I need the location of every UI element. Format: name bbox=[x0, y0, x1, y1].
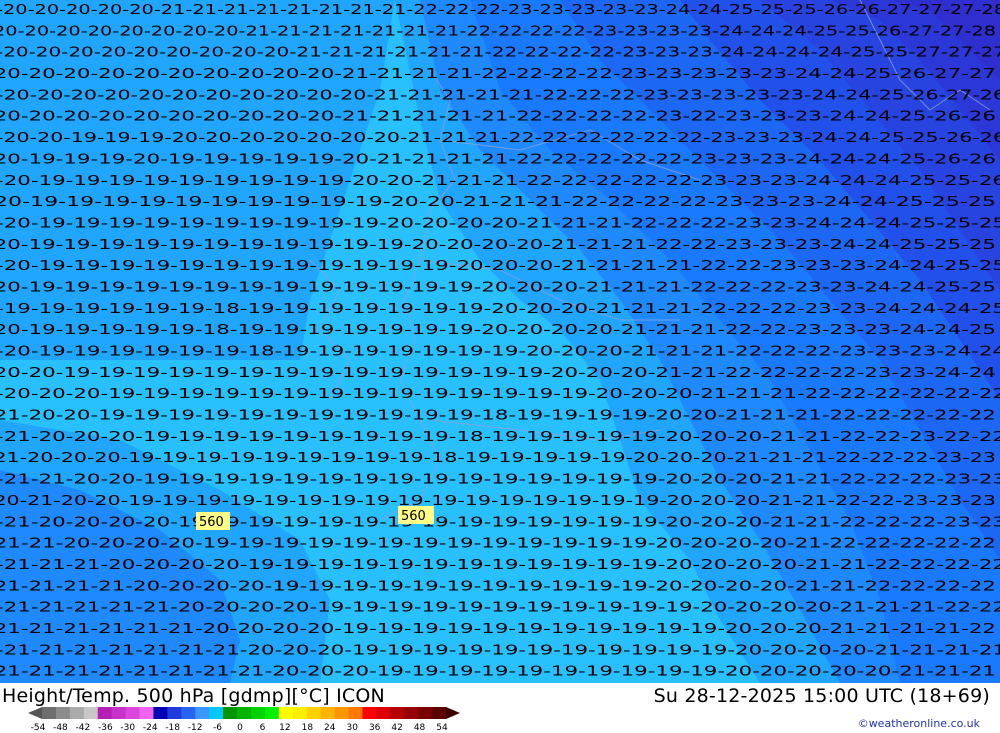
map-title: Height/Temp. 500 hPa [gdmp][°C] ICON bbox=[2, 685, 385, 707]
temperature-row: -20-19-19-19-20-19-19-19-19-19-20-21-21-… bbox=[0, 152, 996, 167]
legend-arrow-right bbox=[446, 707, 460, 719]
legend-tick-label: 30 bbox=[346, 723, 358, 731]
footer: Height/Temp. 500 hPa [gdmp][°C] ICON Su … bbox=[0, 683, 1000, 733]
temperature-row: -21-20-20-20-20-19-19-19-19-19-19-19-19-… bbox=[0, 515, 1000, 530]
temperature-row: -20-20-20-20-20-21-21-21-21-21-21-21-21-… bbox=[0, 3, 1000, 18]
legend-tick-label: -48 bbox=[53, 723, 68, 731]
temperature-row: -20-20-20-19-19-19-19-19-19-19-19-19-19-… bbox=[0, 387, 1000, 402]
legend-tick-label: 18 bbox=[302, 723, 314, 731]
temperature-row: -21-21-21-21-21-20-20-20-20-19-19-19-19-… bbox=[0, 601, 1000, 616]
temperature-row: -21-21-21-21-21-21-21-20-20-20-19-19-19-… bbox=[0, 643, 1000, 658]
legend-swatch bbox=[264, 707, 280, 719]
legend-swatch bbox=[69, 707, 85, 719]
legend-tick-label: 12 bbox=[279, 723, 290, 731]
temperature-row: -20-21-20-20-19-19-19-19-19-19-19-19-19-… bbox=[0, 494, 996, 509]
legend-tick-label: -42 bbox=[76, 723, 91, 731]
legend-tick-label: 54 bbox=[436, 723, 448, 731]
temperature-row: -21-20-20-20-19-19-19-19-19-19-19-19-19-… bbox=[0, 430, 1000, 445]
temperature-row: -21-21-20-20-19-19-19-19-19-19-19-19-19-… bbox=[0, 473, 1000, 488]
legend-tick-label: -24 bbox=[143, 723, 158, 731]
legend-swatch bbox=[418, 707, 433, 719]
legend-swatch bbox=[125, 707, 141, 719]
legend-swatches bbox=[28, 707, 460, 719]
temperature-row: -20-20-20-20-20-20-20-20-20-20-21-21-21-… bbox=[0, 67, 996, 82]
color-legend: -54 -48 -42 -36 -30 -24 -18 -12 -6 0 6 12 18 24 30 36 42… bbox=[28, 707, 460, 731]
legend-tick-label: -18 bbox=[165, 723, 180, 731]
legend-swatch bbox=[153, 707, 168, 719]
legend-swatch bbox=[390, 707, 405, 719]
legend-arrow-left bbox=[28, 707, 42, 719]
legend-swatch bbox=[292, 707, 308, 719]
legend-swatch bbox=[376, 707, 391, 719]
legend-swatch bbox=[223, 707, 238, 719]
temperature-row: -20-19-19-19-19-19-18-19-19-19-19-19-19-… bbox=[0, 323, 996, 338]
temperature-row: -21-21-21-20-20-20-20-19-19-19-19-19-19-… bbox=[0, 558, 1000, 573]
temperature-row: -20-19-19-19-19-19-19-19-19-19-19-20-20-… bbox=[0, 195, 996, 210]
legend-swatch bbox=[250, 707, 266, 719]
legend-swatch bbox=[237, 707, 252, 719]
legend-tick-label: 42 bbox=[391, 723, 402, 731]
height-label: 560 bbox=[199, 515, 224, 530]
temperature-row: -20-19-19-19-19-19-19-19-19-19-20-20-21-… bbox=[0, 174, 1000, 189]
legend-tick-label: 48 bbox=[414, 723, 426, 731]
legend-swatch bbox=[334, 707, 349, 719]
temperature-row: -20-20-20-20-20-20-20-20-20-20-20-21-21-… bbox=[0, 88, 1000, 103]
legend-swatch bbox=[42, 707, 57, 719]
legend-swatch bbox=[195, 707, 210, 719]
temperature-row: -20-19-19-19-19-19-19-19-19-19-19-20-20-… bbox=[0, 216, 1000, 231]
temperature-row: -20-20-20-20-20-20-20-20-21-21-21-21-21-… bbox=[0, 24, 996, 39]
legend-swatch bbox=[167, 707, 182, 719]
legend-swatch bbox=[432, 707, 447, 719]
temperature-row: -20-20-19-19-19-19-19-19-19-19-19-19-19-… bbox=[0, 366, 996, 381]
legend-tick-label: -12 bbox=[188, 723, 203, 731]
temperature-row: -21-21-21-21-21-21-21-21-20-20-20-19-19-… bbox=[0, 665, 996, 680]
temperature-row: -20-19-19-19-19-19-19-19-19-19-19-19-19-… bbox=[0, 259, 1000, 274]
legend-tick-label: -36 bbox=[98, 723, 113, 731]
height-label: 560 bbox=[401, 509, 426, 524]
legend-tick-label: 0 bbox=[237, 723, 243, 731]
legend-swatch bbox=[209, 707, 224, 719]
temperature-row: -20-20-19-19-19-20-20-20-20-20-20-20-21-… bbox=[0, 131, 1000, 146]
credit: ©weatheronline.co.uk bbox=[857, 717, 980, 730]
legend-tick-label: 6 bbox=[260, 723, 266, 731]
legend-swatch bbox=[404, 707, 419, 719]
temperature-row: -21-21-21-21-21-21-20-20-20-20-19-19-19-… bbox=[0, 622, 996, 637]
legend-swatch bbox=[55, 707, 71, 719]
legend-tick-label: -6 bbox=[213, 723, 222, 731]
legend-tick-label: 36 bbox=[369, 723, 381, 731]
legend-swatch bbox=[362, 707, 377, 719]
legend-swatch bbox=[83, 707, 99, 719]
temperature-row: -20-20-20-20-20-20-20-20-20-20-21-21-21-… bbox=[0, 110, 996, 125]
temperature-row: -20-19-19-19-19-19-19-19-19-19-19-19-20-… bbox=[0, 238, 996, 253]
legend-swatch bbox=[111, 707, 127, 719]
temperature-row: -20-19-19-19-19-19-19-18-19-19-19-19-19-… bbox=[0, 345, 1000, 360]
temperature-row: -21-20-20-20-19-19-19-19-19-19-19-19-19-… bbox=[0, 451, 996, 466]
temperature-row: -21-20-20-19-19-19-19-19-19-19-19-19-19-… bbox=[0, 409, 996, 424]
temperature-row: -21-21-21-21-20-20-20-20-19-19-19-19-19-… bbox=[0, 579, 996, 594]
legend-swatch bbox=[320, 707, 336, 719]
legend-swatch bbox=[97, 707, 113, 719]
valid-time: Su 28-12-2025 15:00 UTC (18+69) bbox=[653, 685, 990, 707]
legend-swatch bbox=[139, 707, 154, 719]
legend-tick-label: -54 bbox=[31, 723, 46, 731]
weather-map: -20-20-20-20-20-21-21-21-21-21-21-21-21-… bbox=[0, 0, 1000, 683]
legend-swatch bbox=[306, 707, 322, 719]
temperature-row: -20-20-20-20-20-20-20-20-20-21-21-21-21-… bbox=[0, 46, 1000, 61]
temperature-row: -20-19-19-19-19-19-19-19-19-19-19-19-19-… bbox=[0, 280, 996, 295]
map-canvas: -20-20-20-20-20-21-21-21-21-21-21-21-21-… bbox=[0, 0, 1000, 683]
legend-swatch bbox=[348, 707, 363, 719]
temperature-row: -19-19-19-19-19-19-18-19-19-19-19-19-19-… bbox=[0, 302, 1000, 317]
temperature-row: -21-21-20-20-20-20-19-19-19-19-19-19-19-… bbox=[0, 537, 996, 552]
legend-tick-label: 24 bbox=[324, 723, 336, 731]
legend-swatch bbox=[181, 707, 196, 719]
legend-swatch bbox=[278, 707, 294, 719]
legend-tick-label: -30 bbox=[120, 723, 135, 731]
legend-labels: -54 -48 -42 -36 -30 -24 -18 -12 -6 0 6 12 18 24 30 36 42… bbox=[31, 723, 448, 731]
